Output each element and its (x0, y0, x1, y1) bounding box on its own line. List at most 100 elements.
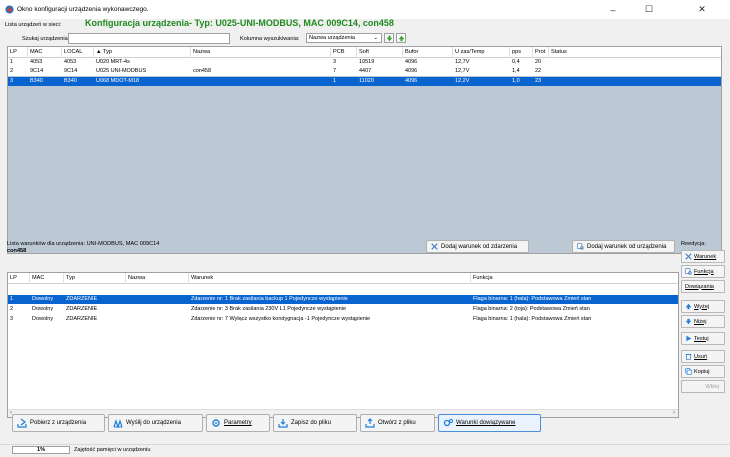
table-cell: 12,2V (455, 77, 470, 84)
col-name[interactable]: Nazwa (191, 47, 331, 58)
move-down-button[interactable]: Niżej (681, 315, 725, 328)
app-icon (5, 5, 14, 14)
col-local[interactable]: LOCAL (62, 47, 94, 58)
table-cell: 3 (333, 59, 337, 65)
search-input[interactable] (68, 33, 230, 44)
save-to-file-button[interactable]: Zapisz do pliku (273, 414, 357, 432)
paste-button[interactable]: Wklej (681, 380, 725, 393)
tools-icon (685, 253, 692, 260)
cond-col-condition[interactable]: Warunek (189, 273, 471, 284)
copy-button[interactable]: Kopiuj (681, 365, 725, 378)
cond-col-lp[interactable]: LP (8, 273, 30, 284)
cond-col-mac[interactable]: MAC (30, 273, 64, 284)
delete-button[interactable]: Usuń (681, 350, 725, 363)
table-cell: 3 (10, 316, 14, 322)
add-condition-device-button[interactable]: Dodaj warunek od urządzenia (572, 240, 675, 253)
window-title: Okno konfiguracji urządzenia wykonawczeg… (17, 6, 149, 13)
test-button[interactable]: Testuj (681, 332, 725, 345)
table-cell: Dowolny (32, 296, 54, 302)
col-lp[interactable]: LP (8, 47, 28, 58)
cond-col-name[interactable]: Nazwa (126, 273, 189, 284)
search-down-button[interactable] (384, 33, 394, 43)
table-cell: con458 (193, 68, 212, 75)
parameters-button[interactable]: Parametry (206, 414, 270, 432)
open-label: Otwórz z pliku (378, 420, 416, 426)
close-button[interactable]: ✕ (685, 0, 719, 19)
save-icon (278, 419, 288, 428)
table-cell: Zdarzenie nr: 1 Brak zasilania backup 1 … (191, 296, 348, 302)
title-bar: Okno konfiguracji urządzenia wykonawczeg… (0, 0, 730, 19)
open-from-file-button[interactable]: Otwórz z pliku (360, 414, 435, 432)
list-item[interactable]: 3 Dowolny ZDARZENIE Zdarzenie nr: 7 Wyłącz … (8, 315, 678, 324)
table-cell: ZDARZENIE (66, 306, 98, 312)
arrow-up-icon (685, 303, 692, 310)
col-voltage[interactable]: U zas/Temp (453, 47, 510, 58)
gear-icon (212, 419, 220, 427)
table-cell: Flaga binarna: 1 (hala): Podstawowa Zmie… (473, 316, 592, 322)
table-cell: 12,7V (455, 59, 470, 65)
window-content: Lista urządzeń w sieci: Konfiguracja urz… (0, 18, 730, 457)
add-condition-event-button[interactable]: Dodaj warunek od zdarzenia (426, 240, 529, 253)
col-type[interactable]: ▲ Typ (94, 47, 191, 58)
config-title: Konfiguracja urządzenia- Typ: U025-UNI-M… (85, 18, 394, 28)
edit-function-label: Funkcja (694, 268, 714, 275)
table-cell: Dowolny (32, 316, 54, 322)
delete-icon (685, 354, 692, 360)
col-prot[interactable]: Prot (533, 47, 549, 58)
binding-button[interactable]: Dowiązania (681, 280, 725, 293)
table-cell: Zdarzenie nr: 3 Brak zasilania 230V L1 P… (191, 306, 347, 312)
search-column-select[interactable]: Nazwa urządzenia ⌄ (306, 33, 382, 43)
table-cell: Flaga binarna: 1 (hala): Podstawowa Zmie… (473, 296, 592, 302)
save-label: Zapisz do pliku (291, 420, 332, 426)
edit-function-button[interactable]: Funkcja (681, 265, 725, 278)
table-cell: B340 (30, 77, 43, 84)
search-up-button[interactable] (396, 33, 406, 43)
test-label: Testuj (694, 335, 709, 342)
memory-usage-label: Zajętość pamięci w urządzeniu (74, 447, 151, 453)
bound-conditions-button[interactable]: Warunki dowiązywane (438, 414, 541, 432)
table-row[interactable]: 3 B340 B340 U068 MDOT-M18 1 11020 4096 12,2V 1,0… (8, 76, 721, 86)
search-label: Szukaj urządzenia: (22, 36, 70, 42)
minimize-button[interactable]: – (596, 0, 630, 19)
move-up-button[interactable]: Wyżej (681, 300, 725, 313)
table-cell: 23 (535, 77, 542, 84)
table-cell: 1 (10, 59, 14, 65)
col-buffer[interactable]: Bufor (403, 47, 453, 58)
table-cell: Zdarzenie nr: 7 Wyłącz wszystko kondygna… (191, 316, 371, 322)
fetch-label: Pobierz z urządzenia (30, 420, 87, 426)
list-item[interactable]: 2 Dowolny ZDARZENIE Zdarzenie nr: 3 Brak za… (8, 305, 678, 314)
arrow-down-icon (386, 35, 392, 41)
bound-conditions-label: Warunki dowiązywane (456, 420, 516, 426)
table-row[interactable]: 2 9C14 9C14 U025 UNI-MODBUS con458 7 4407 4096 1… (8, 67, 721, 77)
maximize-button[interactable]: ☐ (632, 0, 666, 19)
col-pps[interactable]: pps (510, 47, 533, 58)
scroll-right-icon[interactable]: › (673, 410, 675, 416)
col-mac[interactable]: MAC (28, 47, 62, 58)
edit-condition-label: Warunek (694, 253, 717, 260)
table-cell: U068 MDOT-M18 (96, 77, 140, 84)
arrow-up-icon (398, 35, 404, 41)
table-cell: ZDARZENIE (66, 316, 98, 322)
devices-list-label: Lista urządzeń w sieci: (5, 22, 62, 28)
col-pcb[interactable]: PCB (331, 47, 357, 58)
table-cell: U025 UNI-MODBUS (96, 68, 147, 75)
col-status[interactable]: Status (549, 47, 721, 58)
col-soft[interactable]: Soft (357, 47, 403, 58)
send-to-device-button[interactable]: Wyślij do urządzenia (108, 414, 203, 432)
chevron-down-icon: ⌄ (373, 35, 378, 41)
edit-condition-button[interactable]: Warunek (681, 250, 725, 263)
tools-icon (431, 243, 438, 250)
arrow-down-icon (685, 318, 692, 325)
add-condition-device-label: Dodaj warunek od urządzenia (587, 243, 667, 250)
table-cell: 4096 (405, 59, 418, 65)
conditions-table-header: LP MAC Typ Nazwa Warunek Funkcja (8, 273, 678, 284)
parameters-label: Parametry (224, 420, 252, 426)
list-item[interactable]: 1 Dowolny ZDARZENIE Zdarzenie nr: 1 Brak za… (8, 295, 678, 304)
fetch-from-device-button[interactable]: Pobierz z urządzenia (12, 414, 105, 432)
delete-label: Usuń (694, 353, 708, 360)
edit-panel-title: Reedycja: (681, 241, 706, 247)
cond-col-function[interactable]: Funkcja (471, 273, 678, 284)
cond-col-type[interactable]: Typ (64, 273, 126, 284)
table-cell: 4096 (405, 77, 418, 84)
table-row[interactable]: 1 4053 4053 U020 MRT-4s 3 10519 4096 12,7V 0,4 20 (8, 58, 721, 67)
